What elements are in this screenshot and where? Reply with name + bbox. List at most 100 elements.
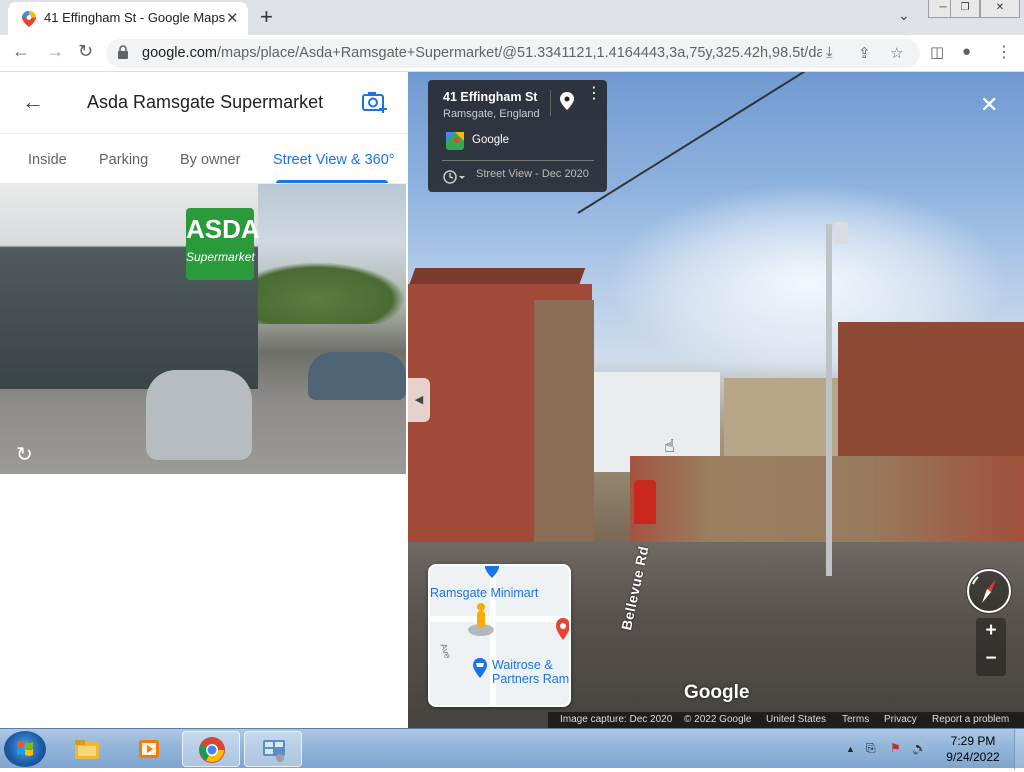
zoom-in-button[interactable]: +	[976, 620, 1006, 642]
house-left-side	[534, 300, 594, 554]
place-title: Asda Ramsgate Supermarket	[87, 92, 324, 112]
minimap[interactable]: Ramsgate Minimart Ave Waitrose & Partner…	[428, 564, 571, 707]
shopping-cart-icon	[473, 658, 487, 678]
lamp-post	[826, 224, 832, 576]
compass-icon[interactable]	[966, 568, 1012, 614]
red-place-pin-icon	[556, 618, 569, 640]
map-marker-icon	[485, 566, 499, 578]
rotate-360-icon[interactable]: ↻	[16, 442, 33, 467]
zoom-out-button[interactable]: −	[976, 648, 1006, 670]
google-logo: Google	[684, 682, 750, 703]
minimap-label-waitrose[interactable]: Waitrose & Partners Ram	[492, 658, 569, 686]
start-button[interactable]	[4, 731, 46, 767]
share-icon[interactable]: ⇪	[858, 44, 871, 62]
zoom-controls: + −	[976, 618, 1006, 676]
minimap-label-minimart[interactable]: Ramsgate Minimart	[430, 586, 538, 600]
trees	[258, 262, 406, 324]
capture-date[interactable]: Street View - Dec 2020	[476, 168, 589, 180]
tab-search-icon[interactable]: ⌄	[898, 7, 910, 24]
hand-cursor-icon: ☝	[664, 436, 675, 456]
street-view-photo[interactable]: ASDA Supermarket ↻	[0, 184, 406, 474]
google-maps-icon	[446, 132, 464, 150]
url-path: /maps/place/Asda+Ramsgate+Supermarket/@5…	[216, 45, 822, 61]
new-tab-button[interactable]: +	[260, 4, 273, 30]
map-pin-icon[interactable]	[560, 92, 574, 110]
close-window-button[interactable]: ✕	[980, 0, 1020, 18]
place-panel: ← Asda Ramsgate Supermarket Inside Parki…	[0, 72, 408, 728]
browser-toolbar: ← → ↻ google.com/maps/place/Asda+Ramsgat…	[0, 35, 1024, 72]
minimap-street-label: Ave	[438, 642, 454, 660]
chrome-icon	[199, 737, 225, 763]
post-box	[634, 480, 656, 524]
map-footer: Image capture: Dec 2020 © 2022 Google Un…	[548, 712, 1024, 728]
clock-date[interactable]: 9/24/2022	[938, 750, 1008, 764]
media-player-icon	[139, 740, 159, 758]
footer-capture: Image capture: Dec 2020	[560, 714, 673, 725]
photo-category-tabs: Inside Parking By owner Street View & 36…	[0, 134, 408, 184]
address-bar[interactable]: google.com/maps/place/Asda+Ramsgate+Supe…	[106, 39, 920, 68]
back-arrow-icon[interactable]: ←	[22, 89, 44, 115]
parked-car-silver	[146, 370, 252, 460]
footer-privacy[interactable]: Privacy	[884, 714, 917, 725]
network-icon[interactable]: ⎘	[866, 741, 876, 756]
collapse-panel-arrow[interactable]: ◀	[408, 378, 430, 422]
location-card: 41 Effingham St Ramsgate, England ⋮ Goog…	[428, 80, 607, 192]
reload-button[interactable]: ↻	[78, 41, 93, 62]
history-clock-icon[interactable]	[442, 168, 466, 186]
map-road	[430, 616, 569, 622]
place-header: ← Asda Ramsgate Supermarket	[0, 72, 408, 134]
tab-street-view[interactable]: Street View & 360°	[273, 152, 395, 168]
tab-inside[interactable]: Inside	[28, 152, 67, 168]
browser-tab[interactable]: 41 Effingham St - Google Maps ✕	[8, 2, 248, 35]
url-host: google.com	[142, 45, 217, 61]
bookmark-star-icon[interactable]: ☆	[890, 44, 903, 62]
windows-taskbar: ▲ ⎘ ⚑ 🔊 7:29 PM 9/24/2022	[0, 728, 1024, 769]
folder-icon	[75, 740, 99, 759]
location-city: Ramsgate, England	[443, 108, 540, 120]
asda-sign: ASDA	[186, 208, 260, 280]
forward-button[interactable]: →	[46, 41, 64, 62]
tab-title: 41 Effingham St - Google Maps	[44, 10, 226, 25]
card-separator	[442, 160, 594, 161]
more-options-icon[interactable]: ⋮	[586, 86, 602, 102]
tray-expand-arrow[interactable]: ▲	[846, 744, 855, 754]
card-divider	[550, 90, 551, 116]
google-maps-icon	[22, 11, 36, 27]
minimap-label-waitrose-line2: Partners Ram	[492, 672, 570, 686]
footer-terms[interactable]: Terms	[842, 714, 869, 725]
asda-sign-sub: Supermarket	[186, 250, 255, 264]
footer-country[interactable]: United States	[766, 714, 826, 725]
add-photo-icon[interactable]	[362, 90, 388, 114]
volume-icon[interactable]: 🔊	[912, 741, 927, 755]
tab-parking[interactable]: Parking	[99, 152, 148, 168]
close-street-view-icon[interactable]: ✕	[980, 92, 998, 118]
taskbar-explorer[interactable]	[58, 731, 116, 767]
show-desktop-button[interactable]	[1014, 729, 1024, 769]
back-button[interactable]: ←	[12, 41, 30, 62]
profile-avatar-icon[interactable]: ●	[962, 43, 971, 60]
footer-report[interactable]: Report a problem	[932, 714, 1009, 725]
url-text[interactable]: google.com/maps/place/Asda+Ramsgate+Supe…	[142, 45, 822, 61]
clock-time[interactable]: 7:29 PM	[938, 734, 1008, 748]
browser-menu-icon[interactable]: ⋮	[996, 42, 1012, 62]
minimap-label-waitrose-line1: Waitrose &	[492, 658, 553, 672]
taskbar-control-panel[interactable]	[244, 731, 302, 767]
windows-logo-icon	[17, 741, 33, 756]
install-icon[interactable]: ⤓	[826, 44, 833, 61]
pegman-icon[interactable]	[466, 602, 496, 636]
taskbar-media-player[interactable]	[120, 731, 178, 767]
control-panel-icon	[263, 740, 285, 762]
imagery-provider[interactable]: Google	[472, 134, 509, 146]
browser-tab-strip: 41 Effingham St - Google Maps ✕ + ⌄ ─ ❐ …	[0, 0, 1024, 35]
tab-close-icon[interactable]: ✕	[226, 9, 239, 27]
taskbar-chrome[interactable]	[182, 731, 240, 767]
lock-icon	[118, 45, 128, 59]
parked-car-blue	[308, 352, 406, 400]
side-panel-icon[interactable]: ◫	[930, 43, 944, 61]
action-center-icon[interactable]: ⚑	[890, 741, 901, 755]
street-view-panorama[interactable]: Bellevue Rd 41 Effingham St Ramsgate, En…	[408, 72, 1024, 728]
footer-copyright: © 2022 Google	[684, 714, 752, 725]
tab-by-owner[interactable]: By owner	[180, 152, 240, 168]
location-address[interactable]: 41 Effingham St	[443, 90, 537, 104]
restore-button[interactable]: ❐	[950, 0, 980, 18]
